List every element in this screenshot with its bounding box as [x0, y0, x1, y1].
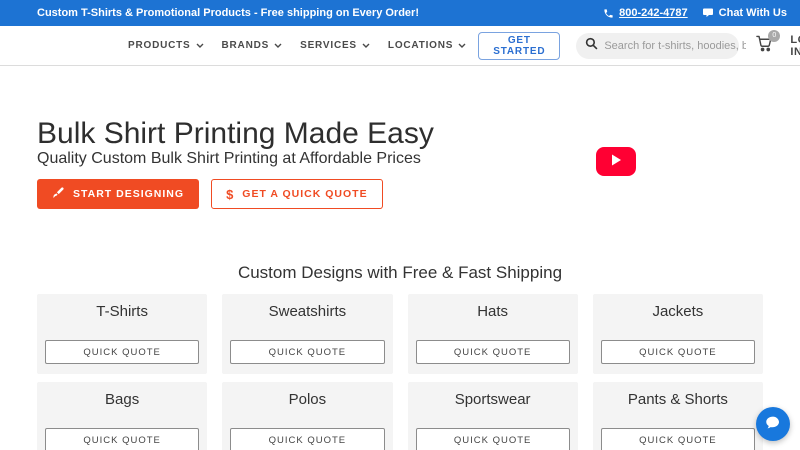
- promo-bar: Custom T-Shirts & Promotional Products -…: [0, 0, 800, 26]
- promo-bar-links: 800-242-4787 Chat With Us: [603, 7, 787, 19]
- category-title: Pants & Shorts: [627, 391, 728, 408]
- nav-item-label: LOCATIONS: [387, 40, 454, 51]
- quick-quote-button-sweatshirts[interactable]: QUICK QUOTE: [230, 340, 385, 364]
- chat-fab-button[interactable]: [756, 407, 790, 441]
- phone-icon: [603, 8, 614, 19]
- get-started-button[interactable]: GET STARTED: [478, 31, 561, 60]
- chat-with-us-label: Chat With Us: [718, 7, 787, 19]
- quick-quote-cta-label: GET A QUICK QUOTE: [242, 188, 368, 200]
- category-title: Jackets: [652, 303, 704, 320]
- start-designing-button[interactable]: START DESIGNING: [37, 179, 200, 209]
- dollar-icon: $: [226, 186, 235, 202]
- quick-quote-button-bags[interactable]: QUICK QUOTE: [45, 428, 200, 450]
- nav-item-label: SERVICES: [300, 40, 357, 51]
- hero-title: Bulk Shirt Printing Made Easy: [37, 117, 434, 150]
- chevron-down-icon: [274, 40, 282, 51]
- search-bar[interactable]: [576, 32, 747, 59]
- category-title: Sweatshirts: [268, 303, 347, 320]
- cart-button[interactable]: 0: [755, 29, 781, 57]
- chevron-down-icon: [362, 40, 370, 51]
- category-title: Polos: [288, 391, 327, 408]
- category-card-tshirts: T-Shirts QUICK QUOTE: [37, 294, 208, 374]
- search-icon: [585, 37, 598, 55]
- category-grid: T-Shirts QUICK QUOTE Sweatshirts QUICK Q…: [37, 294, 763, 450]
- nav-item-products[interactable]: PRODUCTS: [128, 40, 204, 51]
- category-card-polos: Polos QUICK QUOTE: [222, 382, 393, 450]
- category-title: Hats: [477, 303, 509, 320]
- category-card-bags: Bags QUICK QUOTE: [37, 382, 208, 450]
- categories-heading: Custom Designs with Free & Fast Shipping: [237, 263, 563, 282]
- category-card-hats: Hats QUICK QUOTE: [407, 294, 578, 374]
- video-play-button[interactable]: [596, 147, 636, 176]
- phone-number: 800-242-4787: [619, 7, 688, 19]
- chat-bubble-icon: [702, 7, 714, 19]
- quick-quote-button-pants-shorts[interactable]: QUICK QUOTE: [600, 428, 755, 450]
- category-card-jackets: Jackets QUICK QUOTE: [592, 294, 763, 374]
- category-card-pants-shorts: Pants & Shorts QUICK QUOTE: [592, 382, 763, 450]
- start-designing-label: START DESIGNING: [73, 188, 185, 200]
- promo-text: Custom T-Shirts & Promotional Products -…: [37, 7, 419, 19]
- quick-quote-button-hats[interactable]: QUICK QUOTE: [415, 340, 570, 364]
- hero-section: Bulk Shirt Printing Made Easy Quality Cu…: [0, 66, 800, 209]
- chevron-down-icon: [458, 40, 466, 51]
- quick-quote-button-jackets[interactable]: QUICK QUOTE: [600, 340, 755, 364]
- hero-subtitle: Quality Custom Bulk Shirt Printing at Af…: [37, 150, 421, 167]
- phone-link[interactable]: 800-242-4787: [603, 7, 688, 19]
- category-card-sportswear: Sportswear QUICK QUOTE: [407, 382, 578, 450]
- nav-item-locations[interactable]: LOCATIONS: [388, 40, 466, 51]
- nav-item-label: BRANDS: [221, 40, 270, 51]
- login-link[interactable]: LOG IN: [790, 34, 800, 58]
- chat-fab-icon: [764, 414, 782, 435]
- category-title: Bags: [105, 391, 140, 408]
- nav-item-services[interactable]: SERVICES: [300, 40, 370, 51]
- nav-item-label: PRODUCTS: [128, 40, 191, 51]
- category-title: Sportswear: [454, 391, 531, 408]
- main-nav: PRODUCTS BRANDS SERVICES LOCATIONS GET S…: [0, 26, 800, 66]
- hero-cta-row: START DESIGNING $ GET A QUICK QUOTE: [37, 179, 800, 209]
- category-title: T-Shirts: [96, 303, 148, 320]
- category-card-sweatshirts: Sweatshirts QUICK QUOTE: [222, 294, 393, 374]
- chevron-down-icon: [196, 40, 204, 51]
- nav-item-brands[interactable]: BRANDS: [222, 40, 283, 51]
- search-input[interactable]: [604, 39, 747, 52]
- chat-with-us-link[interactable]: Chat With Us: [702, 7, 787, 19]
- nav-menu: PRODUCTS BRANDS SERVICES LOCATIONS: [128, 40, 466, 51]
- paintbrush-icon: [52, 186, 65, 202]
- quick-quote-button-polos[interactable]: QUICK QUOTE: [230, 428, 385, 450]
- quick-quote-cta-button[interactable]: $ GET A QUICK QUOTE: [211, 179, 383, 209]
- quick-quote-button-sportswear[interactable]: QUICK QUOTE: [415, 428, 570, 450]
- quick-quote-button-tshirts[interactable]: QUICK QUOTE: [45, 340, 200, 364]
- play-icon: [610, 154, 622, 169]
- cart-count-badge: 0: [768, 29, 781, 42]
